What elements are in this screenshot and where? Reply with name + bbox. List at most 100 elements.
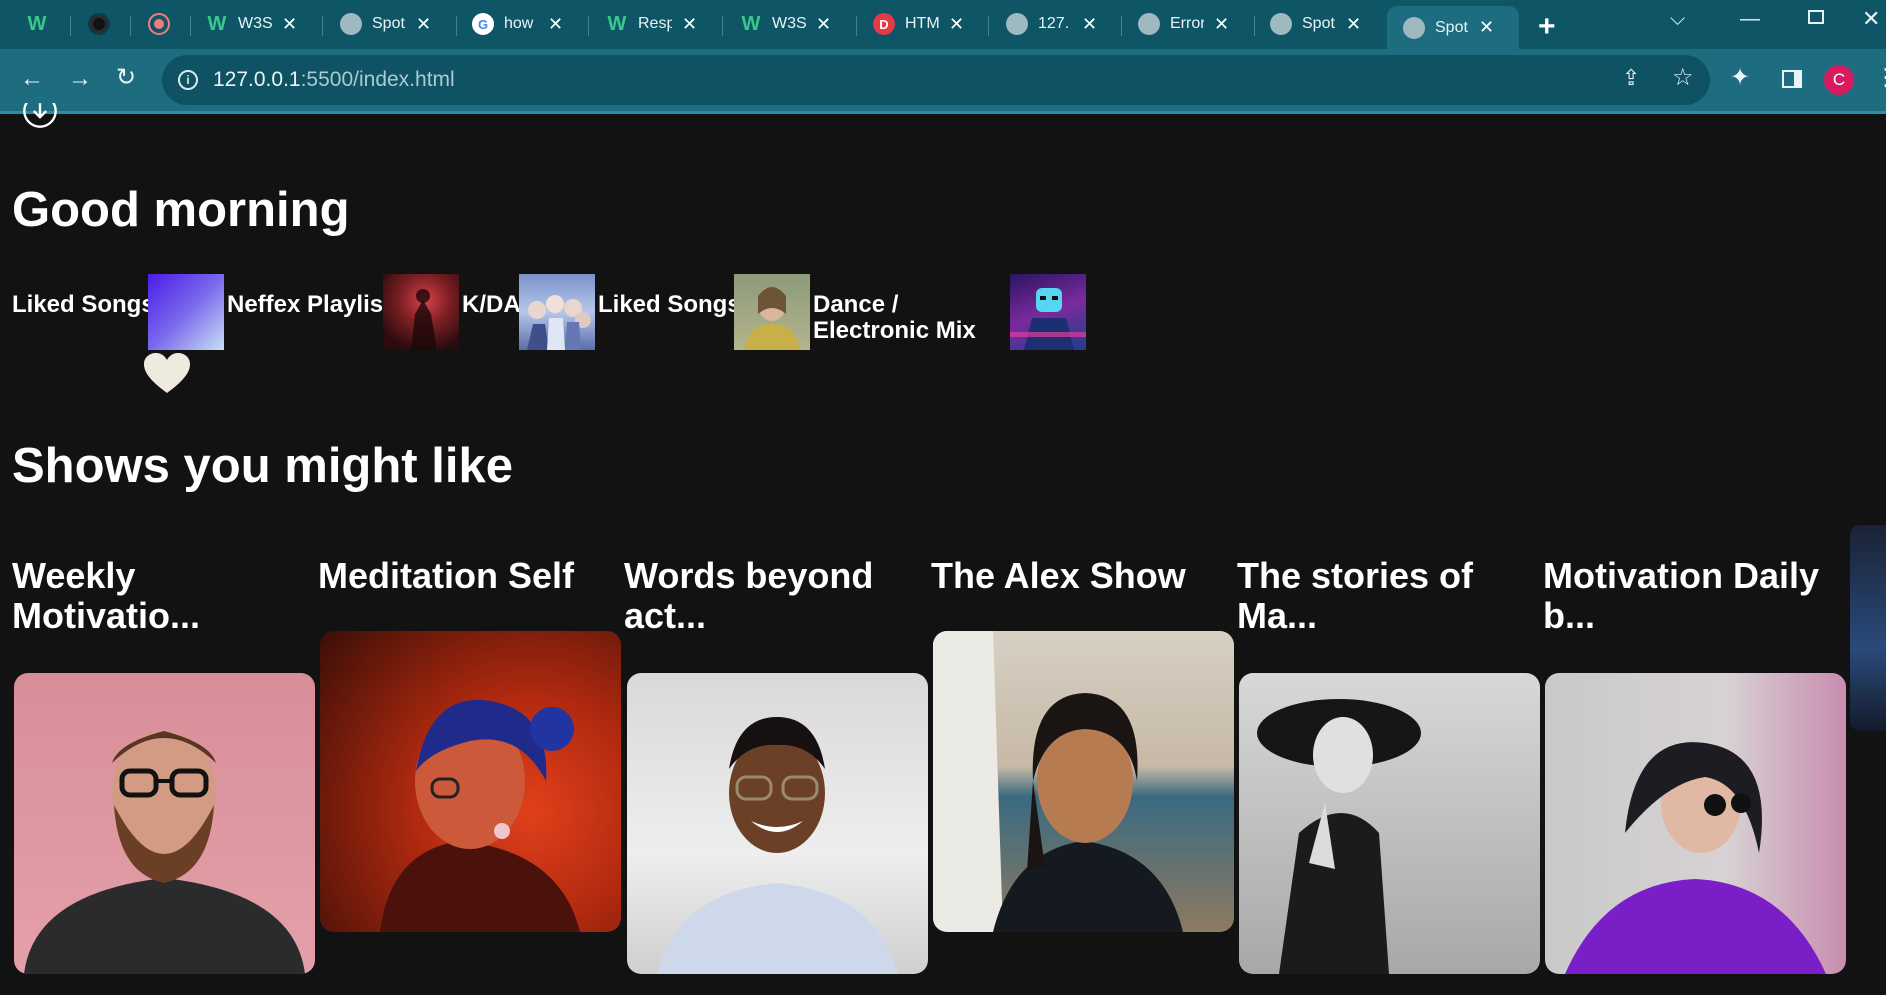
tab-title: Spot [372, 15, 405, 32]
reload-icon[interactable]: ↻ [116, 66, 136, 90]
close-icon[interactable]: ✕ [816, 14, 831, 35]
side-panel-icon[interactable] [1782, 70, 1802, 88]
tab-separator [1254, 16, 1255, 36]
greeting-heading: Good morning [12, 183, 350, 237]
forward-icon[interactable]: → [68, 67, 92, 91]
close-icon[interactable]: ✕ [416, 14, 431, 35]
toolbar-divider [0, 111, 1886, 114]
w3schools-icon: W [27, 12, 47, 35]
show-title[interactable]: Motivation Daily b... [1543, 556, 1833, 636]
extensions-icon[interactable]: ✦ [1730, 66, 1750, 90]
bookmark-star-icon[interactable]: ☆ [1672, 66, 1694, 90]
d-icon: D [873, 13, 895, 35]
close-icon[interactable]: ✕ [282, 14, 297, 35]
tab-title: Resp [638, 15, 672, 32]
tab-title: Error [1170, 15, 1204, 32]
browser-tab-active[interactable]: Spot ✕ [1387, 6, 1519, 49]
back-icon[interactable]: ← [20, 67, 44, 91]
tab-separator [1121, 16, 1122, 36]
menu-icon[interactable]: ⋮ [1874, 66, 1886, 90]
show-card-image[interactable] [1239, 673, 1540, 974]
liked-songs-cover[interactable] [148, 274, 224, 350]
browser-tab[interactable]: W W3S ✕ [206, 6, 298, 42]
liked-songs-2-cover[interactable] [734, 274, 810, 350]
tab-separator [856, 16, 857, 36]
browser-tab[interactable]: W Resp ✕ [606, 6, 698, 42]
browser-tab[interactable]: Error ✕ [1138, 6, 1229, 42]
github-icon [88, 13, 110, 35]
heart-icon [144, 353, 190, 400]
globe-icon [1006, 13, 1028, 35]
browser-tab[interactable] [88, 6, 110, 42]
w3schools-icon: W [207, 12, 227, 35]
shows-heading: Shows you might like [12, 439, 513, 493]
close-icon[interactable]: ✕ [1214, 14, 1229, 35]
close-icon[interactable]: ✕ [1082, 14, 1097, 35]
tab-separator [722, 16, 723, 36]
tab-separator [190, 16, 191, 36]
close-icon[interactable]: ✕ [1346, 14, 1361, 35]
tab-separator [456, 16, 457, 36]
browser-tab[interactable]: Spot ✕ [340, 6, 431, 42]
tab-separator [588, 16, 589, 36]
close-icon[interactable]: ✕ [1479, 17, 1494, 38]
tab-title: W3S [238, 15, 272, 32]
tab-title: W3S [772, 15, 806, 32]
tab-title: 127. [1038, 15, 1070, 32]
profile-avatar[interactable]: C [1824, 65, 1854, 95]
browser-tab[interactable]: D HTM ✕ [873, 6, 964, 42]
tab-separator [70, 16, 71, 36]
tab-title: HTM [905, 15, 939, 32]
globe-icon [340, 13, 362, 35]
show-title[interactable]: The Alex Show [931, 556, 1221, 596]
neffex-cover[interactable] [383, 274, 459, 350]
tab-separator [988, 16, 989, 36]
show-card-image[interactable] [14, 673, 315, 974]
quick-item-label[interactable]: K/DA [462, 292, 521, 318]
restore-icon[interactable] [1808, 10, 1824, 24]
w3schools-icon: W [607, 12, 627, 35]
kda-cover[interactable] [519, 274, 595, 350]
show-card-image[interactable] [1545, 673, 1846, 974]
browser-tab-strip: W W W3S ✕ Spot ✕ G how ✕ W Resp ✕ W W3S [0, 0, 1886, 49]
show-title[interactable]: Words beyond act... [624, 556, 914, 636]
browser-tab[interactable] [148, 6, 170, 42]
show-title[interactable]: Weekly Motivatio... [12, 556, 302, 636]
record-icon [148, 13, 170, 35]
close-icon[interactable]: ✕ [682, 14, 697, 35]
browser-tab[interactable]: W W3S ✕ [740, 6, 832, 42]
show-card-image[interactable] [320, 631, 621, 932]
close-icon[interactable]: ✕ [548, 14, 563, 35]
show-card-image-partial[interactable] [1850, 525, 1886, 731]
new-tab-icon[interactable]: + [1538, 10, 1556, 44]
globe-icon [1403, 16, 1425, 39]
chevron-down-icon[interactable]: ⌵ [1670, 8, 1685, 31]
tab-separator [130, 16, 131, 36]
info-icon[interactable]: i [178, 70, 198, 90]
show-title[interactable]: The stories of Ma... [1237, 556, 1527, 636]
browser-tab[interactable]: 127. ✕ [1006, 6, 1097, 42]
browser-tab[interactable]: Spot ✕ [1270, 6, 1361, 42]
quick-item-label[interactable]: Liked Songs [12, 292, 155, 318]
globe-icon [1270, 13, 1292, 35]
quick-item-label[interactable]: Dance / Electronic Mix [813, 292, 1009, 344]
minimize-icon[interactable]: — [1740, 8, 1760, 31]
share-icon[interactable]: ⇪ [1622, 67, 1640, 89]
download-icon[interactable] [17, 103, 63, 139]
show-card-image[interactable] [627, 673, 928, 974]
url-path: :5500/index.html [300, 68, 455, 91]
globe-icon [1138, 13, 1160, 35]
w3schools-icon: W [741, 12, 761, 35]
url-host: 127.0.0.1 [213, 68, 301, 91]
show-card-image[interactable] [933, 631, 1234, 932]
quick-item-label[interactable]: Neffex Playlist [227, 292, 391, 318]
close-icon[interactable]: ✕ [949, 14, 964, 35]
dance-electronic-cover[interactable] [1010, 274, 1086, 350]
url-text[interactable]: 127.0.0.1:5500/index.html [213, 68, 455, 92]
tab-title: how [504, 15, 534, 32]
browser-tab[interactable]: G how ✕ [472, 6, 563, 42]
show-title[interactable]: Meditation Self [318, 556, 608, 596]
browser-tab[interactable]: W [26, 6, 48, 42]
quick-item-label[interactable]: Liked Songs [598, 292, 741, 318]
close-window-icon[interactable]: ✕ [1862, 6, 1880, 32]
